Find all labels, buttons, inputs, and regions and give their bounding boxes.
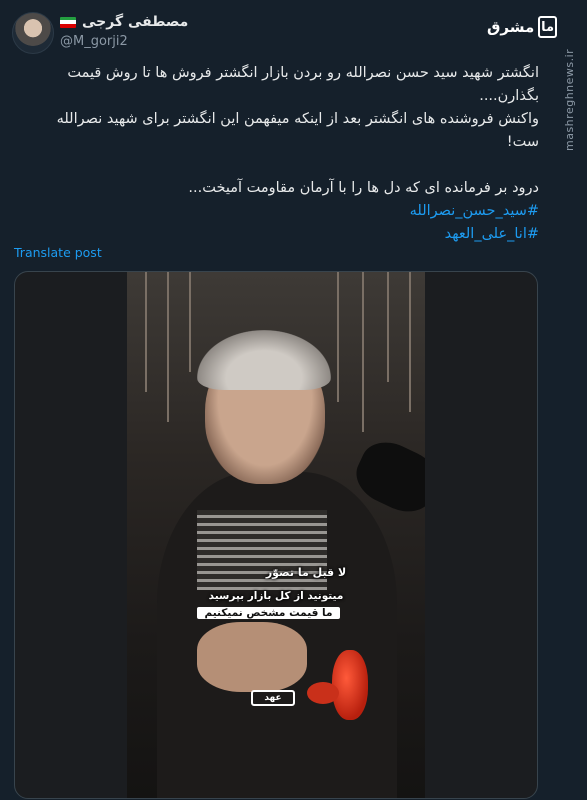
- post-line-2: واکنش فروشنده های انگشتر بعد از اینکه می…: [56, 111, 539, 150]
- author-info: مصطفی گرجی @M_gorji2: [60, 12, 188, 49]
- avatar[interactable]: [12, 12, 54, 54]
- person-hand: [197, 622, 307, 692]
- translate-post-link[interactable]: Translate post: [14, 245, 102, 260]
- display-name-row: مصطفی گرجی: [60, 12, 188, 32]
- post-text: انگشتر شهید سید حسن نصرالله رو بردن بازا…: [39, 62, 539, 246]
- video-caption-title: لا قبل ما تصوّر: [265, 566, 347, 579]
- logo-text: مشرق: [487, 18, 535, 36]
- video-caption-line-1: میتونید از کل بازار بپرسید: [208, 590, 344, 602]
- video-caption-line-2: ما قیمت مشخص نمیکنیم: [197, 607, 340, 619]
- video-logo: ﻋﻬﺪ: [251, 690, 295, 706]
- side-watermark: mashreghnews.ir: [563, 48, 576, 152]
- hashtag-link[interactable]: #سید_حسن_نصرالله: [39, 200, 539, 223]
- logo-box-icon: ما: [538, 16, 557, 38]
- mashregh-logo: مشرق ما: [487, 12, 557, 42]
- ring-stone: [307, 682, 339, 704]
- post-line-1: انگشتر شهید سید حسن نصرالله رو بردن بازا…: [67, 65, 539, 104]
- author-handle[interactable]: @M_gorji2: [60, 34, 188, 49]
- video-player[interactable]: لا قبل ما تصوّر میتونید از کل بازار بپرس…: [14, 271, 538, 799]
- iran-flag-icon: [60, 16, 76, 28]
- person-hair: [197, 330, 331, 390]
- video-frame[interactable]: لا قبل ما تصوّر میتونید از کل بازار بپرس…: [127, 272, 425, 798]
- author-display-name[interactable]: مصطفی گرجی: [82, 14, 188, 30]
- ring-box: [332, 650, 368, 720]
- hashtag-link[interactable]: #انا_علی_العهد: [39, 223, 539, 246]
- post-line-3: درود بر فرمانده ای که دل ها را با آرمان …: [188, 180, 539, 196]
- post-header: مصطفی گرجی @M_gorji2: [12, 10, 462, 54]
